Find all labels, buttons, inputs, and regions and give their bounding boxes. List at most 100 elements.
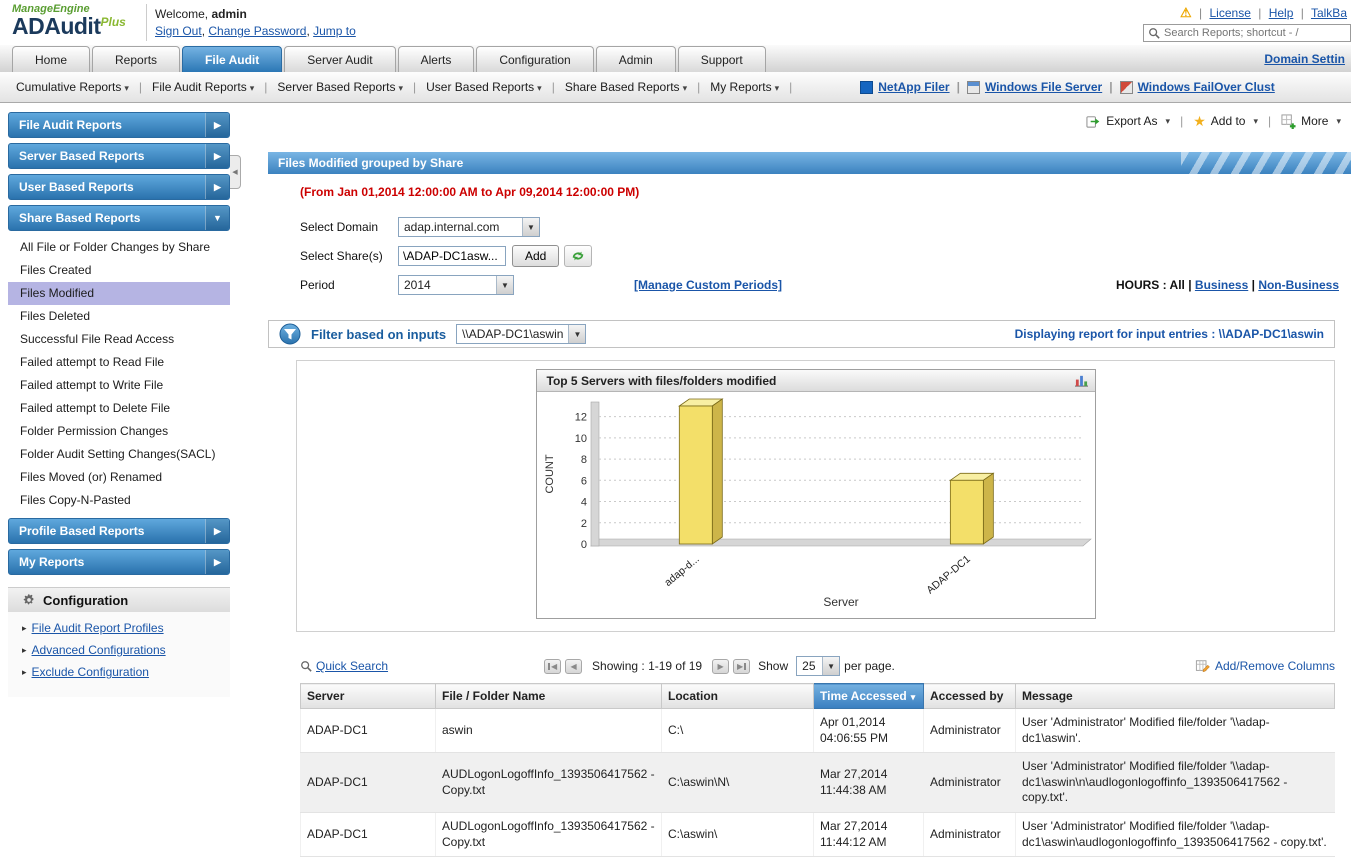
quick-search-button[interactable]: Quick Search [300, 659, 388, 673]
show-label: Show [758, 659, 789, 673]
more-button[interactable]: More ▾ [1281, 113, 1341, 129]
table-row[interactable]: ADAP-DC1 AUDLogonLogoffInfo_139350641756… [300, 812, 1335, 857]
netapp-filer-icon [860, 80, 874, 94]
sidebar-item-all-changes-by-share[interactable]: All File or Folder Changes by Share [8, 236, 230, 259]
failover-cluster-link[interactable]: Windows FailOver Clust [1138, 80, 1275, 94]
next-page-button[interactable]: ▶ [712, 658, 730, 674]
search-input[interactable] [1164, 27, 1346, 39]
tab-support[interactable]: Support [677, 46, 766, 72]
tab-alerts[interactable]: Alerts [397, 46, 475, 72]
export-icon [1086, 115, 1100, 128]
sidebar-item-failed-read[interactable]: Failed attempt to Read File [8, 351, 230, 374]
first-page-button[interactable]: ◀ [544, 658, 562, 674]
sidebar-item-successful-file-read[interactable]: Successful File Read Access [8, 328, 230, 351]
group-label: Server Based Reports [19, 149, 145, 163]
period-value: 2014 [404, 278, 431, 292]
column-header-location[interactable]: Location [661, 683, 814, 709]
windows-file-server-link[interactable]: Windows File Server [985, 80, 1102, 94]
menu-cumulative-reports[interactable]: Cumulative Reports ▾ [8, 80, 137, 94]
sidebar-group-share-based-reports[interactable]: Share Based Reports ▼ [8, 205, 230, 231]
sidebar-group-my-reports[interactable]: My Reports ▶ [8, 549, 230, 575]
sidebar-group-user-based-reports[interactable]: User Based Reports ▶ [8, 174, 230, 200]
netapp-filer-link[interactable]: NetApp Filer [878, 80, 949, 94]
manage-custom-periods-link[interactable]: [Manage Custom Periods] [634, 278, 782, 292]
column-header-accessed-by[interactable]: Accessed by [923, 683, 1016, 709]
column-header-time-accessed[interactable]: Time Accessed ▾ [813, 683, 924, 709]
tab-configuration[interactable]: Configuration [476, 46, 594, 72]
sidebar-item-folder-permission-changes[interactable]: Folder Permission Changes [8, 420, 230, 443]
tab-admin[interactable]: Admin [595, 46, 676, 72]
select-domain-row: Select Domain adap.internal.com ▼ [300, 216, 1351, 238]
filter-input-select[interactable]: \\ADAP-DC1\aswin ▼ [456, 324, 587, 344]
menu-file-audit-reports[interactable]: File Audit Reports ▾ [144, 80, 262, 94]
sidebar-group-profile-based-reports[interactable]: Profile Based Reports ▶ [8, 518, 230, 544]
table-row[interactable]: ADAP-DC1 AUDLogonLogoffInfo_139350641756… [300, 752, 1335, 813]
svg-text:8: 8 [580, 454, 586, 466]
column-header-message[interactable]: Message [1015, 683, 1335, 709]
add-share-button[interactable]: Add [512, 245, 560, 267]
report-title: Files Modified grouped by Share [278, 156, 464, 170]
menu-my-reports[interactable]: My Reports ▾ [702, 80, 787, 94]
menu-server-based-reports[interactable]: Server Based Reports ▾ [269, 80, 411, 94]
prev-page-button[interactable]: ◀ [565, 658, 583, 674]
chart-header: Top 5 Servers with files/folders modifie… [536, 370, 1095, 392]
sidebar-item-files-deleted[interactable]: Files Deleted [8, 305, 230, 328]
change-password-link[interactable]: Change Password [208, 24, 306, 38]
sidebar-item-folder-audit-sacl[interactable]: Folder Audit Setting Changes(SACL) [8, 443, 230, 466]
sidebar-item-files-moved-renamed[interactable]: Files Moved (or) Renamed [8, 466, 230, 489]
select-shares-row: Select Share(s) Add [300, 245, 1351, 267]
jump-to-link[interactable]: Jump to [313, 24, 356, 38]
menu-label: Server Based Reports [277, 80, 396, 94]
sidebar-item-files-modified[interactable]: Files Modified [8, 282, 230, 305]
file-audit-report-profiles-link[interactable]: File Audit Report Profiles [32, 621, 164, 635]
report-input-form: Select Domain adap.internal.com ▼ Select… [300, 216, 1351, 296]
tab-server-audit[interactable]: Server Audit [284, 46, 396, 72]
add-remove-columns-label: Add/Remove Columns [1214, 659, 1335, 673]
menu-share-based-reports[interactable]: Share Based Reports ▾ [557, 80, 695, 94]
tab-home[interactable]: Home [12, 46, 91, 72]
exclude-configuration-link[interactable]: Exclude Configuration [32, 665, 149, 679]
sidebar-group-file-audit-reports[interactable]: File Audit Reports ▶ [8, 112, 230, 138]
cell-message: User 'Administrator' Modified file/folde… [1015, 812, 1335, 857]
domain-select[interactable]: adap.internal.com ▼ [398, 217, 540, 237]
chart-panel: Top 5 Servers with files/folders modifie… [296, 360, 1335, 632]
sidebar-item-files-copy-n-pasted[interactable]: Files Copy-N-Pasted [8, 489, 230, 512]
export-as-button[interactable]: Export As ▾ [1086, 114, 1170, 129]
configuration-header: Configuration [8, 588, 230, 612]
license-link[interactable]: License [1210, 6, 1251, 20]
hours-non-business-link[interactable]: Non-Business [1258, 278, 1339, 292]
refresh-shares-button[interactable] [564, 245, 593, 267]
chart-title: Top 5 Servers with files/folders modifie… [546, 373, 777, 388]
help-link[interactable]: Help [1269, 6, 1294, 20]
column-header-server[interactable]: Server [300, 683, 436, 709]
sign-out-link[interactable]: Sign Out [155, 24, 202, 38]
sidebar-collapse-handle[interactable]: ◀ [230, 155, 241, 189]
sidebar-item-files-created[interactable]: Files Created [8, 259, 230, 282]
share-input[interactable] [398, 246, 506, 266]
cell-location: C:\ [661, 708, 814, 754]
tab-file-audit[interactable]: File Audit [182, 46, 283, 72]
sidebar-group-server-based-reports[interactable]: Server Based Reports ▶ [8, 143, 230, 169]
domain-settings-link[interactable]: Domain Settin [1264, 52, 1345, 66]
separator: | [264, 80, 268, 94]
last-page-button[interactable]: ▶ [733, 658, 751, 674]
advanced-configurations-link[interactable]: Advanced Configurations [32, 643, 166, 657]
dropdown-arrow-icon: ▼ [822, 657, 840, 675]
table-row[interactable]: ADAP-DC1 aswin C:\ Apr 01,2014 04:06:55 … [300, 708, 1335, 754]
sidebar-item-failed-delete[interactable]: Failed attempt to Delete File [8, 397, 230, 420]
column-header-file-folder-name[interactable]: File / Folder Name [435, 683, 662, 709]
page-size-select[interactable]: 25 ▼ [796, 656, 841, 676]
warning-icon[interactable]: ⚠ [1180, 5, 1192, 20]
tab-reports[interactable]: Reports [92, 46, 181, 72]
hours-business-link[interactable]: Business [1195, 278, 1248, 292]
table-controls: Quick Search ◀ ◀ Showing : 1-19 of 19 ▶ … [300, 654, 1335, 678]
menu-user-based-reports[interactable]: User Based Reports ▾ [418, 80, 550, 94]
add-remove-columns-button[interactable]: Add/Remove Columns [1195, 659, 1335, 673]
results-table: Server File / Folder Name Location Time … [300, 683, 1335, 857]
add-to-label: Add to [1210, 114, 1246, 128]
period-select[interactable]: 2014 ▼ [398, 275, 514, 295]
sidebar-item-failed-write[interactable]: Failed attempt to Write File [8, 374, 230, 397]
talkback-link[interactable]: TalkBa [1311, 6, 1347, 20]
chart-type-icon[interactable] [1074, 374, 1089, 387]
add-to-button[interactable]: ★ Add to ▾ [1193, 113, 1258, 130]
